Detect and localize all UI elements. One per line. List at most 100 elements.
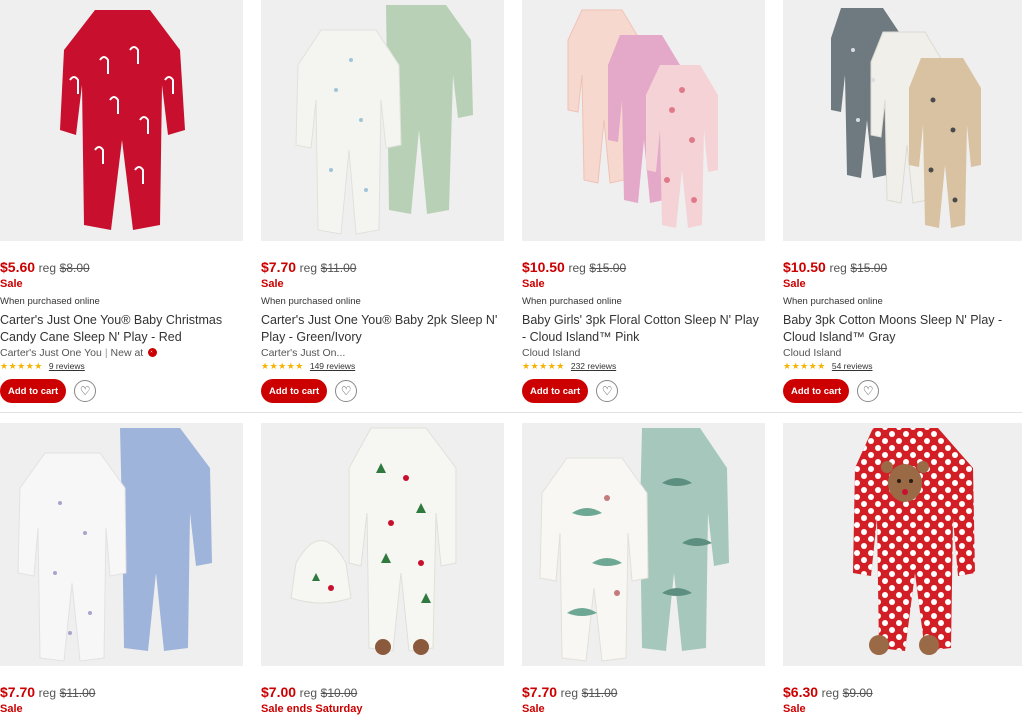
- sale-label: Sale: [783, 703, 806, 715]
- product-card[interactable]: $7.00 reg $10.00 Sale ends Saturday: [261, 423, 504, 717]
- regular-price: $15.00: [850, 261, 888, 275]
- heart-icon[interactable]: ♡: [74, 380, 97, 402]
- reg-label: reg: [38, 686, 57, 700]
- card-actions: Add to cart ♡: [261, 379, 504, 403]
- new-at-label: New at: [110, 347, 144, 359]
- sale-price: $7.00: [261, 684, 297, 700]
- sale-label: Sale: [0, 703, 23, 715]
- product-image[interactable]: [0, 0, 243, 241]
- product-card[interactable]: $7.70 reg $11.00 Sale: [0, 423, 243, 717]
- price-line: $7.70 reg $11.00: [522, 684, 765, 701]
- product-card[interactable]: $7.70 reg $11.00 Sale When purchased onl…: [261, 0, 504, 403]
- brand-separator: |: [104, 347, 108, 359]
- product-card[interactable]: $6.30 reg $9.00 Sale: [783, 423, 1022, 717]
- heart-icon[interactable]: ♡: [335, 380, 358, 402]
- product-image[interactable]: [522, 0, 765, 241]
- heart-icon[interactable]: ♡: [857, 380, 880, 402]
- rating: ★★★★★ 149 reviews: [261, 360, 504, 372]
- add-to-cart-button[interactable]: Add to cart: [783, 379, 850, 403]
- heart-icon[interactable]: ♡: [596, 380, 619, 402]
- product-image[interactable]: [261, 0, 504, 241]
- sale-price: $10.50: [522, 259, 565, 275]
- regular-price: $11.00: [320, 261, 357, 275]
- row-divider: [0, 412, 1022, 413]
- reviews-link[interactable]: 232 reviews: [571, 360, 616, 372]
- star-rating-icon: ★★★★★: [522, 361, 565, 371]
- brand-link[interactable]: Cloud Island: [783, 347, 841, 359]
- price-line: $7.00 reg $10.00: [261, 684, 504, 701]
- product-card[interactable]: $10.50 reg $15.00 Sale When purchased on…: [783, 0, 1022, 403]
- reg-label: reg: [299, 261, 318, 275]
- product-title-link[interactable]: Carter's Just One You® Baby Christmas Ca…: [0, 312, 243, 346]
- target-logo-icon: [148, 348, 158, 357]
- brand-link[interactable]: Carter's Just On...: [261, 347, 345, 359]
- product-grid: $5.60 reg $8.00 Sale When purchased onli…: [0, 0, 1022, 716]
- sale-price: $5.60: [0, 259, 36, 275]
- regular-price: $9.00: [842, 686, 873, 700]
- reg-label: reg: [821, 686, 840, 700]
- regular-price: $8.00: [59, 261, 90, 275]
- add-to-cart-button[interactable]: Add to cart: [0, 379, 67, 403]
- reg-label: reg: [829, 261, 847, 275]
- sale-price: $7.70: [261, 259, 297, 275]
- online-note: When purchased online: [261, 296, 361, 307]
- star-rating-icon: ★★★★★: [0, 361, 43, 371]
- card-actions: Add to cart ♡: [0, 379, 243, 403]
- sale-label: Sale: [783, 278, 806, 290]
- reg-label: reg: [299, 686, 318, 700]
- reviews-link[interactable]: 9 reviews: [49, 360, 85, 372]
- product-card[interactable]: $7.70 reg $11.00 Sale: [522, 423, 765, 717]
- brand-line: Cloud Island: [783, 346, 1022, 360]
- reviews-link[interactable]: 54 reviews: [832, 360, 873, 372]
- brand-link[interactable]: Cloud Island: [522, 347, 580, 359]
- online-note: When purchased online: [783, 296, 883, 307]
- sale-price: $7.70: [0, 684, 36, 700]
- rating: ★★★★★ 54 reviews: [783, 360, 1022, 372]
- product-image[interactable]: [783, 0, 1022, 241]
- price-line: $7.70 reg $11.00: [0, 684, 243, 701]
- price-line: $5.60 reg $8.00: [0, 259, 243, 276]
- price-line: $10.50 reg $15.00: [783, 259, 1022, 276]
- brand-line: Carter's Just On...: [261, 346, 504, 360]
- sale-price: $7.70: [522, 684, 558, 700]
- product-title-link[interactable]: Carter's Just One You® Baby 2pk Sleep N'…: [261, 312, 504, 346]
- regular-price: $11.00: [59, 686, 96, 700]
- card-actions: Add to cart ♡: [783, 379, 1022, 403]
- brand-link[interactable]: Carter's Just One You: [0, 347, 102, 359]
- product-image[interactable]: [522, 423, 765, 666]
- product-image[interactable]: [0, 423, 243, 666]
- sale-price: $6.30: [783, 684, 819, 700]
- star-rating-icon: ★★★★★: [261, 361, 304, 371]
- product-title-link[interactable]: Baby 3pk Cotton Moons Sleep N' Play - Cl…: [783, 312, 1022, 346]
- product-title-link[interactable]: Baby Girls' 3pk Floral Cotton Sleep N' P…: [522, 312, 765, 346]
- rating: ★★★★★ 232 reviews: [522, 360, 765, 372]
- sale-label: Sale: [0, 278, 23, 290]
- product-image[interactable]: [261, 423, 504, 666]
- online-note: When purchased online: [0, 296, 100, 307]
- sale-label: Sale: [522, 278, 545, 290]
- product-card[interactable]: $10.50 reg $15.00 Sale When purchased on…: [522, 0, 765, 403]
- regular-price: $11.00: [581, 686, 618, 700]
- card-actions: Add to cart ♡: [522, 379, 765, 403]
- reviews-link[interactable]: 149 reviews: [310, 360, 355, 372]
- reg-label: reg: [38, 261, 57, 275]
- add-to-cart-button[interactable]: Add to cart: [522, 379, 589, 403]
- sale-label: Sale: [522, 703, 545, 715]
- product-image[interactable]: [783, 423, 1022, 666]
- sale-price: $10.50: [783, 259, 826, 275]
- add-to-cart-button[interactable]: Add to cart: [261, 379, 328, 403]
- product-card[interactable]: $5.60 reg $8.00 Sale When purchased onli…: [0, 0, 243, 403]
- online-note: When purchased online: [522, 296, 622, 307]
- rating: ★★★★★ 9 reviews: [0, 360, 243, 372]
- price-line: $7.70 reg $11.00: [261, 259, 504, 276]
- brand-line: Carter's Just One You | New at: [0, 346, 243, 360]
- price-line: $6.30 reg $9.00: [783, 684, 1022, 701]
- brand-line: Cloud Island: [522, 346, 765, 360]
- regular-price: $10.00: [320, 686, 358, 700]
- price-line: $10.50 reg $15.00: [522, 259, 765, 276]
- regular-price: $15.00: [589, 261, 627, 275]
- star-rating-icon: ★★★★★: [783, 361, 826, 371]
- reg-label: reg: [568, 261, 586, 275]
- sale-label: Sale ends Saturday: [261, 703, 363, 715]
- sale-label: Sale: [261, 278, 284, 290]
